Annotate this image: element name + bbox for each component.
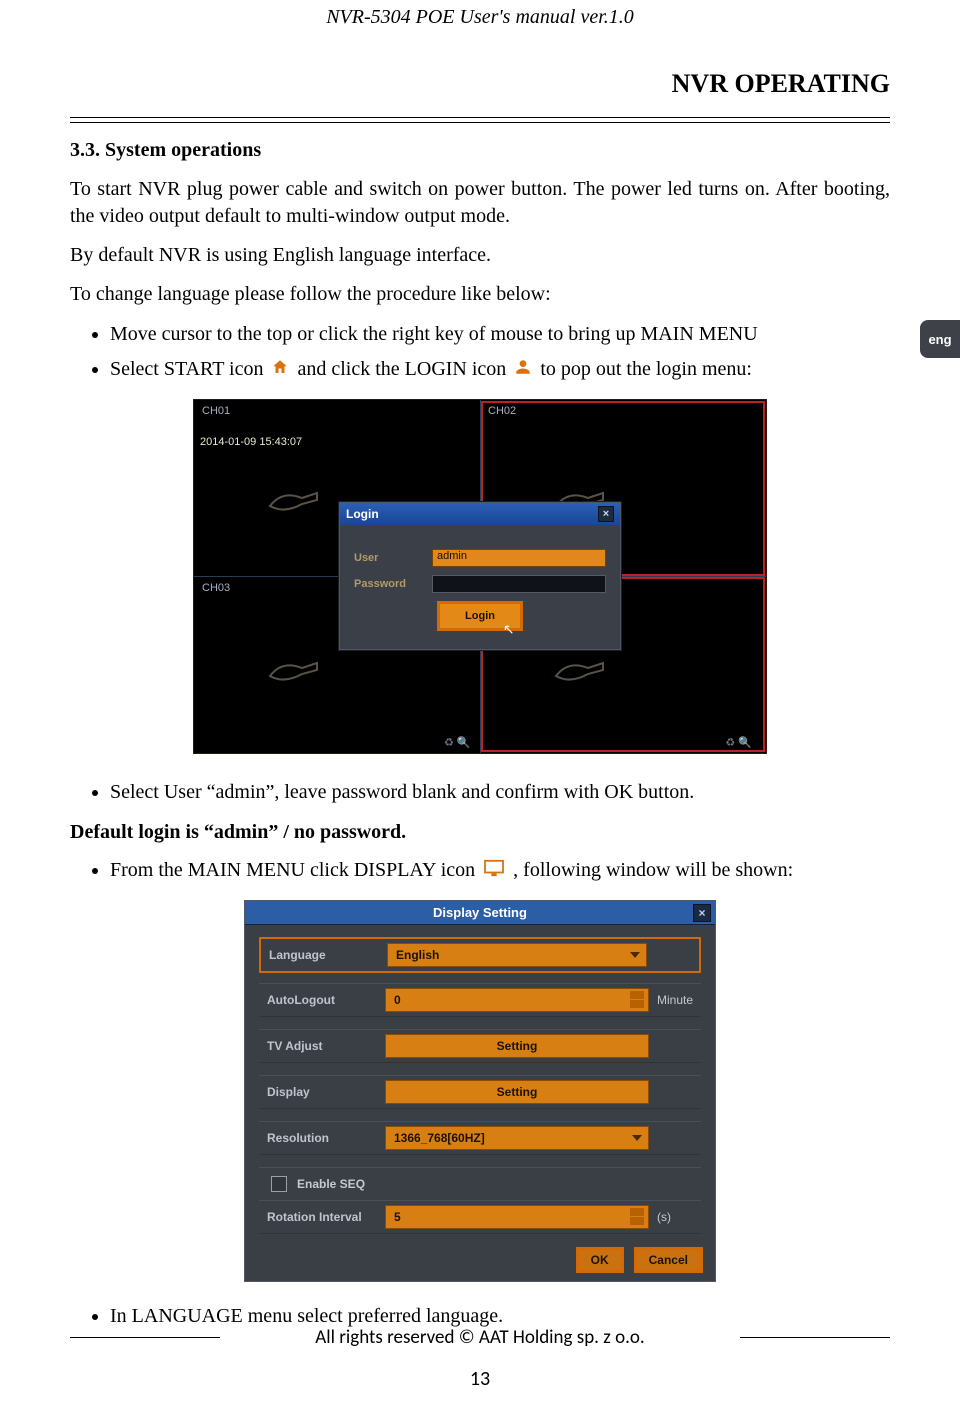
bullet-start-text-a: Select START icon: [110, 358, 268, 380]
camera-icon: [262, 488, 322, 518]
login-user-select[interactable]: admin: [432, 549, 606, 567]
stepper-icon[interactable]: [630, 991, 644, 1009]
footer-copyright: All rights reserved © AAT Holding sp. z …: [232, 1326, 728, 1349]
resolution-value: 1366_768[60HZ]: [394, 1131, 485, 1145]
rotation-input[interactable]: 5: [385, 1205, 649, 1229]
channel-label-3: CH03: [200, 581, 232, 595]
display-dialog-titlebar: Display Setting ×: [245, 901, 715, 925]
user-icon: [514, 356, 532, 385]
login-user-label: User: [354, 552, 418, 564]
rotation-label: Rotation Interval: [259, 1210, 385, 1224]
enable-seq-checkbox[interactable]: [271, 1176, 287, 1192]
display-value: Setting: [497, 1085, 538, 1099]
bullet-select-admin: Select User “admin”, leave password blan…: [110, 778, 890, 807]
screenshot-display-setting: Display Setting × Language English AutoL…: [244, 900, 716, 1282]
subsection-title: 3.3. System operations: [70, 139, 890, 162]
paragraph-default-lang: By default NVR is using English language…: [70, 242, 890, 269]
bullet-start-text-c: to pop out the login menu:: [540, 358, 752, 380]
channel-label-1: CH01: [200, 404, 232, 418]
status-icons-right: ♻ 🔍: [725, 736, 752, 749]
channel-label-2: CH02: [486, 404, 518, 418]
timestamp-overlay: 2014-01-09 15:43:07: [200, 436, 302, 448]
row-enable-seq: Enable SEQ: [259, 1167, 701, 1200]
document-header: NVR-5304 POE User's manual ver.1.0: [70, 0, 890, 51]
chevron-down-icon: [630, 952, 640, 958]
tv-adjust-value: Setting: [497, 1039, 538, 1053]
footer-rule-right: [740, 1337, 890, 1338]
camera-icon: [548, 658, 608, 688]
row-autologout: AutoLogout 0 Minute: [259, 983, 701, 1017]
footer-rule-left: [70, 1337, 220, 1338]
camera-icon: [262, 658, 322, 688]
bullet-start-text-b: and click the LOGIN icon: [297, 358, 511, 380]
login-password-label: Password: [354, 578, 418, 590]
autologout-value: 0: [394, 993, 401, 1007]
chevron-down-icon: [632, 1135, 642, 1141]
bullet-display-icon: From the MAIN MENU click DISPLAY icon , …: [110, 856, 890, 886]
default-login-note: Default login is “admin” / no password.: [70, 821, 890, 844]
language-label: Language: [261, 948, 387, 962]
screenshot-login: CH01 CH02 CH03 2014-01-09 15:43:07 ♻ 🔍 ♻…: [193, 399, 767, 754]
language-value: English: [396, 948, 439, 962]
double-rule: [70, 117, 890, 123]
display-button[interactable]: Setting: [385, 1080, 649, 1104]
tv-adjust-label: TV Adjust: [259, 1039, 385, 1053]
close-icon[interactable]: ×: [693, 904, 711, 922]
rotation-unit: (s): [657, 1210, 701, 1224]
enable-seq-label: Enable SEQ: [297, 1177, 365, 1191]
stepper-icon[interactable]: [630, 1208, 644, 1226]
section-title: NVR OPERATING: [70, 69, 890, 99]
rotation-value: 5: [394, 1210, 401, 1224]
bullet-display-text-b: , following window will be shown:: [513, 859, 793, 881]
tv-adjust-button[interactable]: Setting: [385, 1034, 649, 1058]
status-icons-left: ♻ 🔍: [444, 736, 471, 749]
paragraph-procedure: To change language please follow the pro…: [70, 281, 890, 308]
cursor-icon: ↖: [503, 622, 515, 639]
home-icon: [271, 356, 289, 385]
row-tv-adjust: TV Adjust Setting: [259, 1029, 701, 1063]
autologout-unit: Minute: [657, 993, 701, 1007]
login-dialog-title: Login: [346, 507, 379, 521]
row-language: Language English: [259, 937, 701, 973]
autologout-label: AutoLogout: [259, 993, 385, 1007]
resolution-select[interactable]: 1366_768[60HZ]: [385, 1126, 649, 1150]
bullet-start-login: Select START icon and click the LOGIN ic…: [110, 355, 890, 385]
display-dialog-title: Display Setting: [433, 905, 527, 920]
row-display: Display Setting: [259, 1075, 701, 1109]
resolution-label: Resolution: [259, 1131, 385, 1145]
paragraph-intro: To start NVR plug power cable and switch…: [70, 176, 890, 230]
row-resolution: Resolution 1366_768[60HZ]: [259, 1121, 701, 1155]
cancel-button[interactable]: Cancel: [634, 1247, 703, 1273]
language-select[interactable]: English: [387, 943, 647, 967]
autologout-input[interactable]: 0: [385, 988, 649, 1012]
display-label: Display: [259, 1085, 385, 1099]
bullet-display-text-a: From the MAIN MENU click DISPLAY icon: [110, 859, 480, 881]
page-number: 13: [0, 1367, 960, 1391]
language-side-tab[interactable]: eng: [920, 320, 960, 358]
login-dialog-titlebar: Login ×: [340, 503, 620, 525]
display-icon: [483, 857, 505, 886]
close-icon[interactable]: ×: [598, 506, 614, 522]
ok-button[interactable]: OK: [576, 1247, 624, 1273]
bullet-main-menu: Move cursor to the top or click the righ…: [110, 320, 890, 349]
login-password-input[interactable]: [432, 575, 606, 593]
footer: All rights reserved © AAT Holding sp. z …: [70, 1326, 890, 1349]
row-rotation-interval: Rotation Interval 5 (s): [259, 1200, 701, 1234]
login-dialog: Login × User admin Password Login: [339, 502, 621, 650]
